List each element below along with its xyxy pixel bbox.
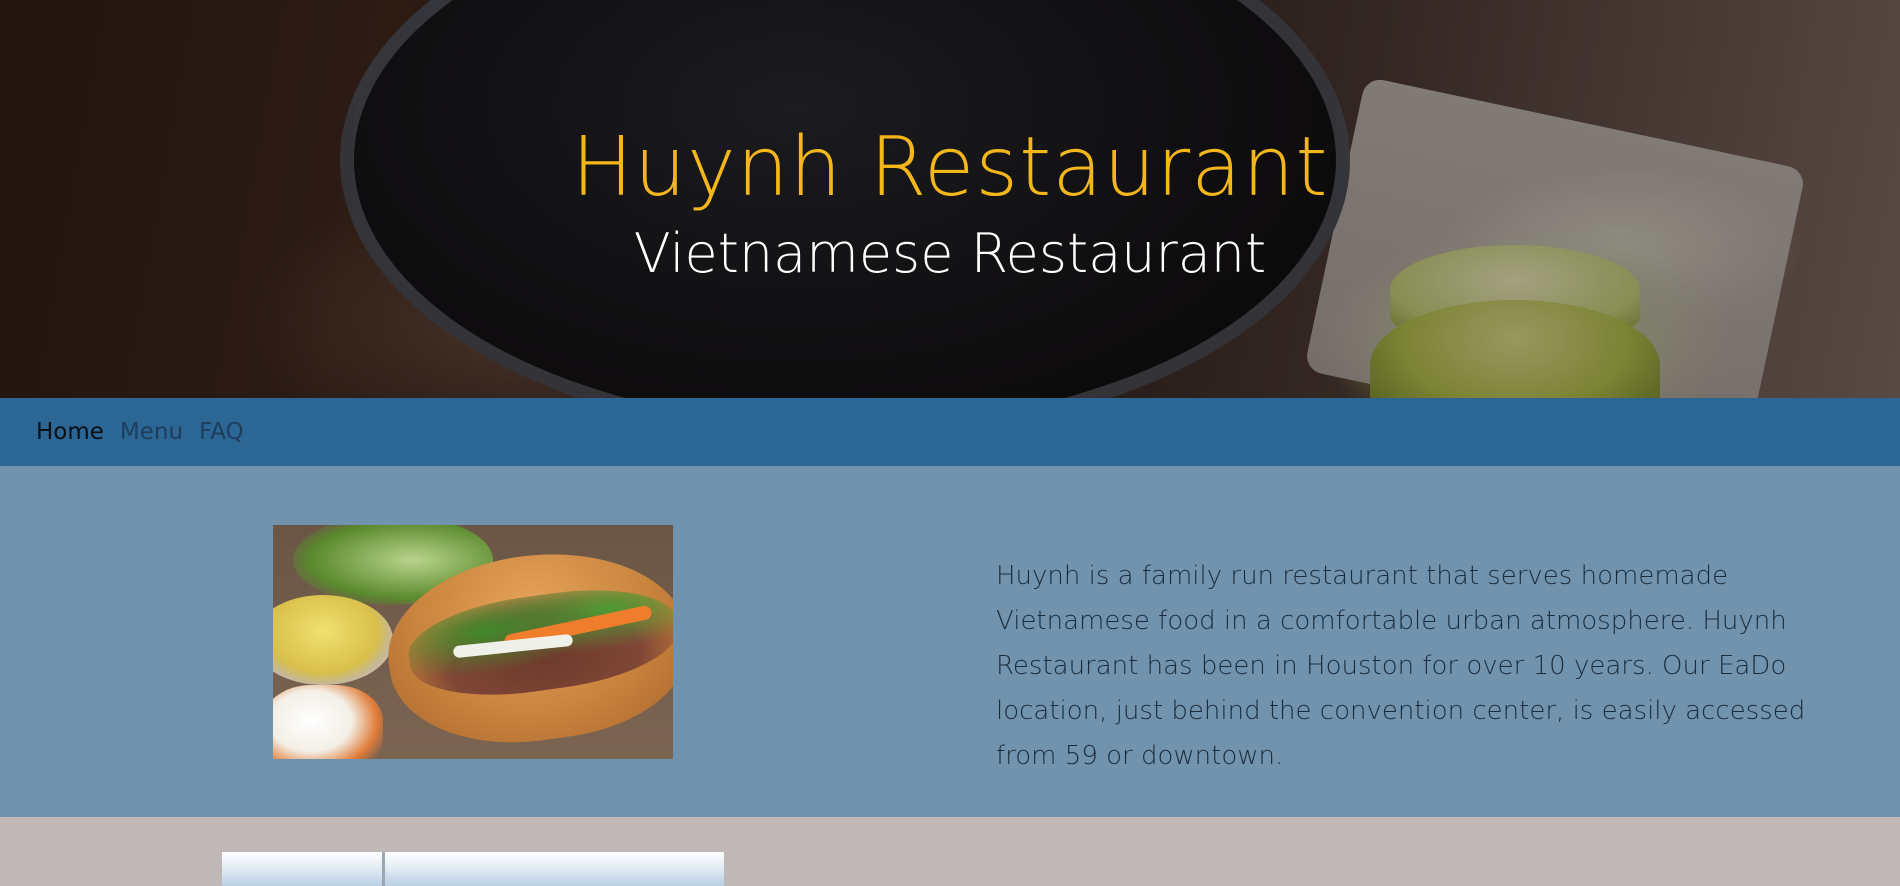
main-navbar: Home Menu FAQ [0,398,1900,466]
nav-faq-link[interactable]: FAQ [199,419,244,445]
nav-home-link[interactable]: Home [36,419,104,445]
hero-banner: Huynh Restaurant Vietnamese Restaurant [0,0,1900,398]
banh-mi-photo [273,525,673,759]
about-section: Huynh is a family run restaurant that se… [0,466,1900,817]
site-title: Huynh Restaurant [571,120,1329,215]
site-subtitle: Vietnamese Restaurant [633,222,1267,285]
gallery-section [0,817,1900,886]
nav-menu-link[interactable]: Menu [120,419,183,445]
about-description: Huynh is a family run restaurant that se… [996,561,1806,771]
gallery-photo [222,852,724,886]
